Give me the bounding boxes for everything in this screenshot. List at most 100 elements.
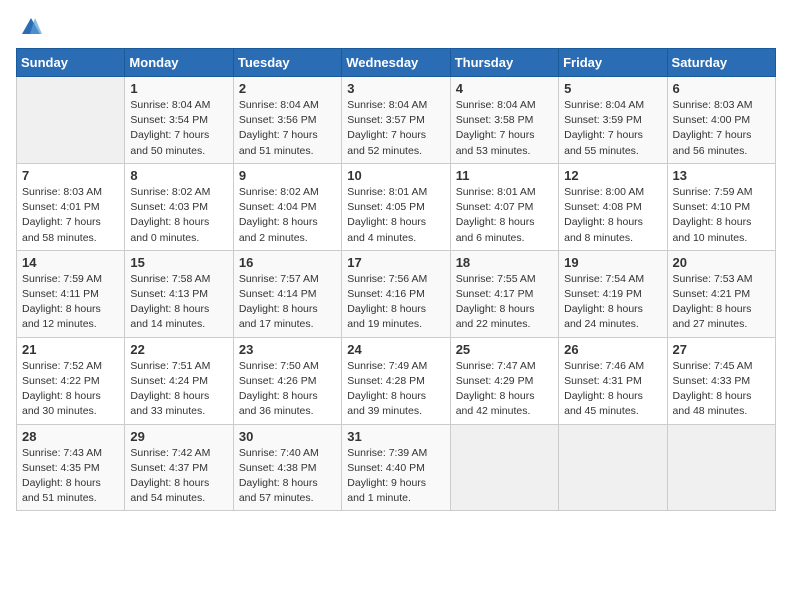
day-of-week-header: Wednesday [342, 49, 450, 77]
day-number: 12 [564, 168, 661, 183]
calendar-cell: 7 Sunrise: 8:03 AMSunset: 4:01 PMDaylight… [17, 163, 125, 250]
calendar-cell: 12 Sunrise: 8:00 AMSunset: 4:08 PMDayligh… [559, 163, 667, 250]
day-info: Sunrise: 7:47 AMSunset: 4:29 PMDaylight:… [456, 359, 553, 420]
day-info: Sunrise: 8:04 AMSunset: 3:57 PMDaylight:… [347, 98, 444, 159]
calendar-cell: 11 Sunrise: 8:01 AMSunset: 4:07 PMDayligh… [450, 163, 558, 250]
day-info: Sunrise: 8:00 AMSunset: 4:08 PMDaylight:… [564, 185, 661, 246]
day-number: 17 [347, 255, 444, 270]
calendar-week-row: 1 Sunrise: 8:04 AMSunset: 3:54 PMDaylight… [17, 77, 776, 164]
day-info: Sunrise: 8:01 AMSunset: 4:07 PMDaylight:… [456, 185, 553, 246]
day-info: Sunrise: 7:42 AMSunset: 4:37 PMDaylight:… [130, 446, 227, 507]
day-number: 3 [347, 81, 444, 96]
day-number: 11 [456, 168, 553, 183]
day-info: Sunrise: 7:39 AMSunset: 4:40 PMDaylight:… [347, 446, 444, 507]
day-info: Sunrise: 8:04 AMSunset: 3:56 PMDaylight:… [239, 98, 336, 159]
calendar-cell: 13Sunrise: 7:59 AMSunset: 4:10 PMDayligh… [667, 163, 775, 250]
day-number: 7 [22, 168, 119, 183]
calendar-cell: 24 Sunrise: 7:49 AMSunset: 4:28 PMDayligh… [342, 337, 450, 424]
day-of-week-header: Saturday [667, 49, 775, 77]
day-info: Sunrise: 7:49 AMSunset: 4:28 PMDaylight:… [347, 359, 444, 420]
calendar-cell [450, 424, 558, 511]
calendar-cell: 28 Sunrise: 7:43 AMSunset: 4:35 PMDayligh… [17, 424, 125, 511]
day-number: 6 [673, 81, 770, 96]
calendar-cell: 19 Sunrise: 7:54 AMSunset: 4:19 PMDayligh… [559, 250, 667, 337]
calendar-header-row: SundayMondayTuesdayWednesdayThursdayFrid… [17, 49, 776, 77]
day-number: 23 [239, 342, 336, 357]
day-number: 10 [347, 168, 444, 183]
day-info: Sunrise: 8:01 AMSunset: 4:05 PMDaylight:… [347, 185, 444, 246]
calendar-cell [667, 424, 775, 511]
day-number: 22 [130, 342, 227, 357]
day-number: 19 [564, 255, 661, 270]
calendar-week-row: 7 Sunrise: 8:03 AMSunset: 4:01 PMDaylight… [17, 163, 776, 250]
day-info: Sunrise: 7:43 AMSunset: 4:35 PMDaylight:… [22, 446, 119, 507]
calendar-cell: 4Sunrise: 8:04 AMSunset: 3:58 PMDaylight… [450, 77, 558, 164]
day-number: 2 [239, 81, 336, 96]
day-info: Sunrise: 7:52 AMSunset: 4:22 PMDaylight:… [22, 359, 119, 420]
day-number: 24 [347, 342, 444, 357]
calendar-cell: 26 Sunrise: 7:46 AMSunset: 4:31 PMDayligh… [559, 337, 667, 424]
logo [16, 16, 42, 38]
day-info: Sunrise: 7:50 AMSunset: 4:26 PMDaylight:… [239, 359, 336, 420]
calendar-week-row: 21 Sunrise: 7:52 AMSunset: 4:22 PMDayligh… [17, 337, 776, 424]
day-info: Sunrise: 7:46 AMSunset: 4:31 PMDaylight:… [564, 359, 661, 420]
page-header [16, 16, 776, 38]
day-number: 1 [130, 81, 227, 96]
calendar-cell: 27Sunrise: 7:45 AMSunset: 4:33 PMDayligh… [667, 337, 775, 424]
day-info: Sunrise: 7:58 AMSunset: 4:13 PMDaylight:… [130, 272, 227, 333]
day-number: 21 [22, 342, 119, 357]
calendar-cell: 9Sunrise: 8:02 AMSunset: 4:04 PMDaylight… [233, 163, 341, 250]
calendar-cell: 16Sunrise: 7:57 AMSunset: 4:14 PMDayligh… [233, 250, 341, 337]
day-number: 4 [456, 81, 553, 96]
day-info: Sunrise: 8:03 AMSunset: 4:01 PMDaylight:… [22, 185, 119, 246]
day-info: Sunrise: 8:02 AMSunset: 4:04 PMDaylight:… [239, 185, 336, 246]
calendar-cell: 2 Sunrise: 8:04 AMSunset: 3:56 PMDaylight… [233, 77, 341, 164]
day-info: Sunrise: 7:59 AMSunset: 4:11 PMDaylight:… [22, 272, 119, 333]
day-number: 26 [564, 342, 661, 357]
day-info: Sunrise: 7:55 AMSunset: 4:17 PMDaylight:… [456, 272, 553, 333]
calendar-cell: 10 Sunrise: 8:01 AMSunset: 4:05 PMDayligh… [342, 163, 450, 250]
day-number: 14 [22, 255, 119, 270]
calendar-cell: 8Sunrise: 8:02 AMSunset: 4:03 PMDaylight… [125, 163, 233, 250]
calendar-cell: 25Sunrise: 7:47 AMSunset: 4:29 PMDayligh… [450, 337, 558, 424]
calendar-cell [17, 77, 125, 164]
day-of-week-header: Sunday [17, 49, 125, 77]
day-number: 13 [673, 168, 770, 183]
day-number: 29 [130, 429, 227, 444]
day-of-week-header: Thursday [450, 49, 558, 77]
calendar-cell: 5 Sunrise: 8:04 AMSunset: 3:59 PMDaylight… [559, 77, 667, 164]
day-number: 28 [22, 429, 119, 444]
day-info: Sunrise: 8:04 AMSunset: 3:59 PMDaylight:… [564, 98, 661, 159]
calendar-cell: 15 Sunrise: 7:58 AMSunset: 4:13 PMDayligh… [125, 250, 233, 337]
calendar-cell: 20 Sunrise: 7:53 AMSunset: 4:21 PMDayligh… [667, 250, 775, 337]
day-info: Sunrise: 8:03 AMSunset: 4:00 PMDaylight:… [673, 98, 770, 159]
calendar-cell: 1 Sunrise: 8:04 AMSunset: 3:54 PMDaylight… [125, 77, 233, 164]
calendar-week-row: 14 Sunrise: 7:59 AMSunset: 4:11 PMDayligh… [17, 250, 776, 337]
calendar-cell [559, 424, 667, 511]
calendar-cell: 30Sunrise: 7:40 AMSunset: 4:38 PMDayligh… [233, 424, 341, 511]
calendar-cell: 21 Sunrise: 7:52 AMSunset: 4:22 PMDayligh… [17, 337, 125, 424]
day-info: Sunrise: 7:40 AMSunset: 4:38 PMDaylight:… [239, 446, 336, 507]
calendar-cell: 6 Sunrise: 8:03 AMSunset: 4:00 PMDaylight… [667, 77, 775, 164]
day-info: Sunrise: 7:54 AMSunset: 4:19 PMDaylight:… [564, 272, 661, 333]
calendar-cell: 17Sunrise: 7:56 AMSunset: 4:16 PMDayligh… [342, 250, 450, 337]
day-number: 5 [564, 81, 661, 96]
calendar-cell: 29 Sunrise: 7:42 AMSunset: 4:37 PMDayligh… [125, 424, 233, 511]
day-of-week-header: Tuesday [233, 49, 341, 77]
day-of-week-header: Friday [559, 49, 667, 77]
calendar-cell: 18 Sunrise: 7:55 AMSunset: 4:17 PMDayligh… [450, 250, 558, 337]
day-number: 20 [673, 255, 770, 270]
logo-icon [20, 16, 42, 38]
calendar-cell: 22Sunrise: 7:51 AMSunset: 4:24 PMDayligh… [125, 337, 233, 424]
calendar-cell: 3 Sunrise: 8:04 AMSunset: 3:57 PMDaylight… [342, 77, 450, 164]
day-info: Sunrise: 8:04 AMSunset: 3:54 PMDaylight:… [130, 98, 227, 159]
calendar-table: SundayMondayTuesdayWednesdayThursdayFrid… [16, 48, 776, 511]
day-info: Sunrise: 7:53 AMSunset: 4:21 PMDaylight:… [673, 272, 770, 333]
day-number: 16 [239, 255, 336, 270]
day-number: 27 [673, 342, 770, 357]
calendar-cell: 23 Sunrise: 7:50 AMSunset: 4:26 PMDayligh… [233, 337, 341, 424]
day-number: 15 [130, 255, 227, 270]
calendar-cell: 31Sunrise: 7:39 AMSunset: 4:40 PMDayligh… [342, 424, 450, 511]
day-number: 18 [456, 255, 553, 270]
day-info: Sunrise: 8:02 AMSunset: 4:03 PMDaylight:… [130, 185, 227, 246]
